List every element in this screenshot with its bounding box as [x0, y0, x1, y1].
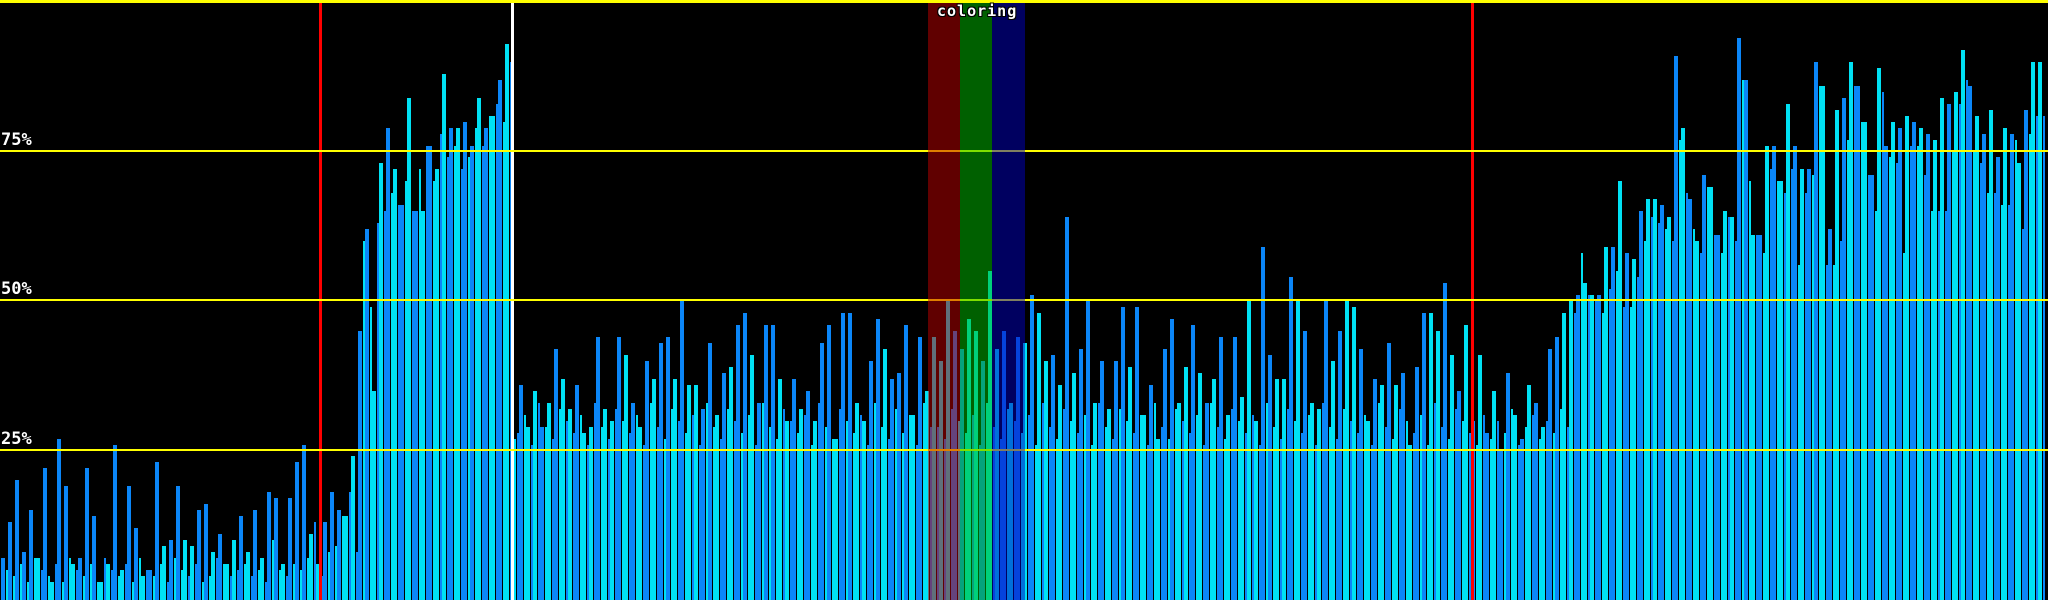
profiler-percentage-graph: 75% 50% 25% coloring [0, 0, 2048, 600]
annotations-layer: coloring [0, 0, 2048, 600]
coloring-label: coloring [937, 2, 1018, 20]
